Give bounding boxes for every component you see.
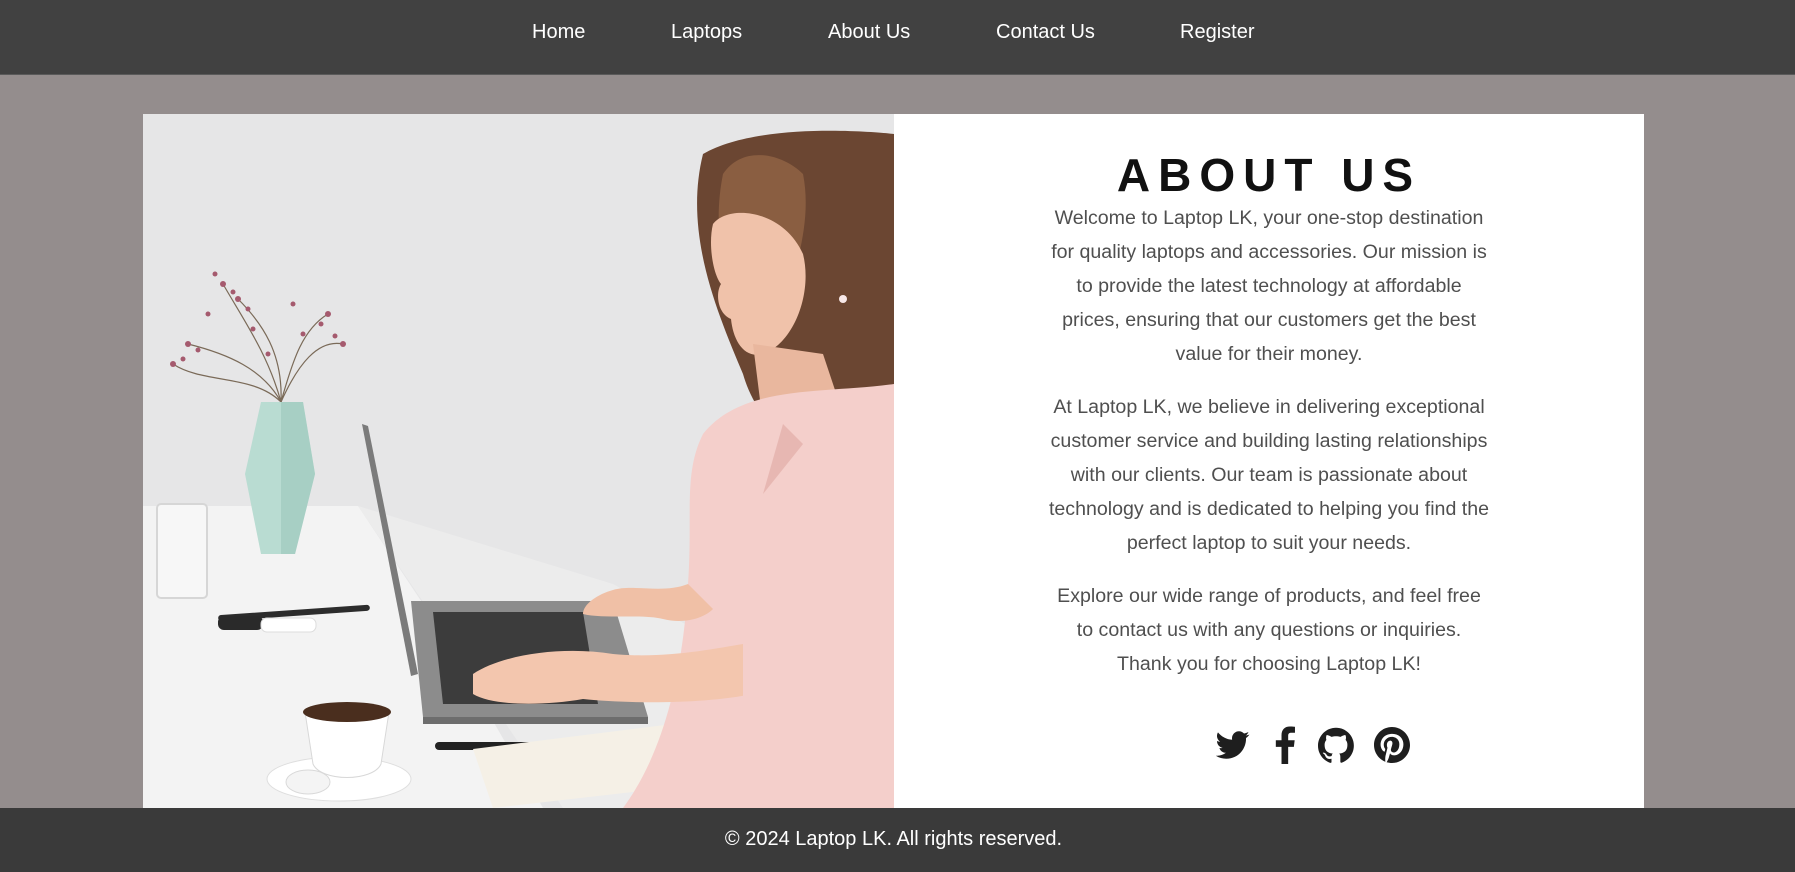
pinterest-icon[interactable]	[1374, 726, 1410, 764]
nav-about-us-link[interactable]: About Us	[828, 20, 910, 44]
woman-using-laptop-image	[143, 114, 894, 808]
paragraph-line: to contact us with any questions or inqu…	[1076, 619, 1462, 641]
site-footer: © 2024 Laptop LK. All rights reserved.	[0, 808, 1795, 872]
paragraph-line: to provide the latest technology at affo…	[1076, 275, 1462, 297]
about-paragraph-closing: Explore our wide range of products, and …	[894, 579, 1644, 681]
nav-register-link[interactable]: Register	[1180, 20, 1254, 44]
about-paragraph-service: At Laptop LK, we believe in delivering e…	[894, 390, 1644, 560]
footer-copyright: © 2024 Laptop LK. All rights reserved.	[724, 828, 1063, 850]
nav-home-link[interactable]: Home	[532, 20, 585, 44]
paragraph-line: At Laptop LK, we believe in delivering e…	[1053, 396, 1485, 418]
paragraph-line: perfect laptop to suit your needs.	[1126, 532, 1412, 554]
paragraph-line: value for their money.	[1175, 343, 1363, 365]
nav-contact-us-link[interactable]: Contact Us	[996, 20, 1095, 44]
github-icon[interactable]	[1318, 726, 1354, 764]
top-navigation: Home Laptops About Us Contact Us Registe…	[0, 0, 1795, 75]
paragraph-line: Thank you for choosing Laptop LK!	[1117, 653, 1421, 675]
facebook-icon[interactable]	[1274, 726, 1296, 764]
paragraph-line: Explore our wide range of products, and …	[1057, 585, 1481, 607]
about-card: ABOUT US Welcome to Laptop LK, your one-…	[143, 114, 1644, 808]
paragraph-line: customer service and building lasting re…	[1050, 430, 1488, 452]
paragraph-line: technology and is dedicated to helping y…	[1048, 498, 1490, 520]
twitter-icon[interactable]	[1215, 726, 1250, 764]
paragraph-line: with our clients. Our team is passionate…	[1070, 464, 1468, 486]
paragraph-line: Welcome to Laptop LK, your one-stop dest…	[1054, 207, 1484, 229]
about-us-section: ABOUT US Welcome to Laptop LK, your one-…	[894, 114, 1644, 808]
nav-laptops-link[interactable]: Laptops	[671, 20, 742, 44]
paragraph-line: for quality laptops and accessories. Our…	[1051, 241, 1487, 263]
about-paragraph-intro: Welcome to Laptop LK, your one-stop dest…	[894, 201, 1644, 371]
paragraph-line: prices, ensuring that our customers get …	[1062, 309, 1476, 331]
about-us-heading: ABOUT US	[1116, 149, 1422, 201]
